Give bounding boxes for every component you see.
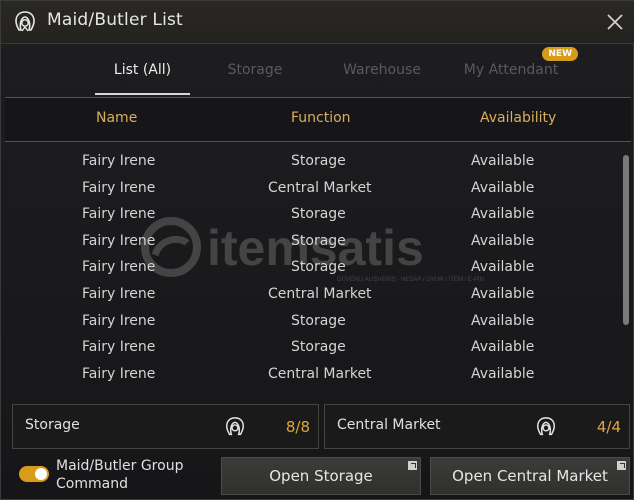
open-central-market-button[interactable]: Open Central Market — [430, 457, 630, 495]
tab-label: Warehouse — [343, 62, 421, 78]
list-scrollbar[interactable] — [623, 153, 629, 393]
storage-summary-label: Storage — [25, 417, 80, 433]
toggle-knob — [35, 468, 47, 480]
row-function: Storage — [291, 339, 346, 355]
row-function: Storage — [291, 206, 346, 222]
tab-warehouse[interactable]: Warehouse — [318, 47, 446, 95]
table-row[interactable]: Fairy Irene Storage Available — [5, 148, 619, 175]
table-row[interactable]: Fairy Irene Central Market Available — [5, 281, 619, 308]
tab-storage[interactable]: Storage — [192, 47, 318, 95]
tab-label: My Attendant — [463, 62, 559, 78]
tab-my-attendant[interactable]: My Attendant NEW — [446, 47, 578, 95]
row-availability: Available — [471, 313, 535, 329]
open-storage-label: Open Storage — [269, 467, 373, 485]
row-function: Storage — [291, 259, 346, 275]
title-bar: Maid/Butler List — [1, 1, 634, 44]
group-command-label: Maid/Butler Group Command — [56, 457, 206, 493]
external-link-icon — [617, 461, 626, 470]
close-icon[interactable] — [603, 10, 627, 34]
tab-list-all[interactable]: List (All) — [65, 47, 192, 95]
central-market-summary: Central Market 4/4 — [324, 404, 630, 449]
row-name: Fairy Irene — [82, 339, 156, 355]
group-command-label-line1: Maid/Butler Group — [56, 458, 184, 474]
column-header-function: Function — [291, 110, 351, 126]
row-name: Fairy Irene — [82, 233, 156, 249]
row-function: Central Market — [268, 366, 372, 382]
window-title: Maid/Butler List — [47, 10, 183, 30]
maid-icon — [15, 11, 35, 32]
row-name: Fairy Irene — [82, 259, 156, 275]
table-row[interactable]: Fairy Irene Storage Available — [5, 308, 619, 335]
column-header-availability: Availability — [480, 110, 557, 126]
attendant-list: Fairy Irene Storage Available Fairy Iren… — [5, 147, 631, 395]
table-row[interactable]: Fairy Irene Storage Available — [5, 228, 619, 255]
tab-label: Storage — [227, 62, 283, 78]
row-name: Fairy Irene — [82, 206, 156, 222]
storage-count: 8/8 — [285, 418, 310, 436]
row-function: Storage — [291, 233, 346, 249]
central-market-count: 4/4 — [596, 418, 621, 436]
table-row[interactable]: Fairy Irene Storage Available — [5, 201, 619, 228]
group-command-label-line2: Command — [56, 476, 128, 492]
row-function: Central Market — [268, 180, 372, 196]
row-availability: Available — [471, 233, 535, 249]
external-link-icon — [408, 461, 417, 470]
row-function: Storage — [291, 153, 346, 169]
new-badge: NEW — [542, 47, 578, 61]
row-function: Storage — [291, 313, 346, 329]
scrollbar-thumb[interactable] — [623, 155, 629, 325]
row-availability: Available — [471, 206, 535, 222]
row-availability: Available — [471, 259, 535, 275]
open-central-market-label: Open Central Market — [452, 467, 608, 485]
table-row[interactable]: Fairy Irene Central Market Available — [5, 175, 619, 202]
row-availability: Available — [471, 153, 535, 169]
maid-butler-window: Maid/Butler List List (All) Storage Ware… — [0, 0, 634, 500]
table-row[interactable]: Fairy Irene Storage Available — [5, 254, 619, 281]
tab-label: List (All) — [113, 62, 172, 78]
open-storage-button[interactable]: Open Storage — [221, 457, 421, 495]
row-name: Fairy Irene — [82, 366, 156, 382]
maid-icon — [537, 417, 555, 436]
row-availability: Available — [471, 180, 535, 196]
column-header-name: Name — [96, 110, 138, 126]
table-row[interactable]: Fairy Irene Storage Available — [5, 334, 619, 361]
row-name: Fairy Irene — [82, 313, 156, 329]
storage-summary: Storage 8/8 — [12, 404, 319, 449]
central-market-summary-label: Central Market — [337, 417, 441, 433]
group-command-toggle[interactable] — [19, 466, 49, 482]
row-function: Central Market — [268, 286, 372, 302]
tab-bar: List (All) Storage Warehouse My Attendan… — [5, 47, 631, 95]
row-name: Fairy Irene — [82, 286, 156, 302]
column-header-row: Name Function Availability — [5, 97, 631, 142]
row-availability: Available — [471, 286, 535, 302]
table-row[interactable]: Fairy Irene Central Market Available — [5, 361, 619, 388]
row-availability: Available — [471, 339, 535, 355]
row-availability: Available — [471, 366, 535, 382]
row-name: Fairy Irene — [82, 153, 156, 169]
maid-icon — [226, 417, 244, 436]
row-name: Fairy Irene — [82, 180, 156, 196]
